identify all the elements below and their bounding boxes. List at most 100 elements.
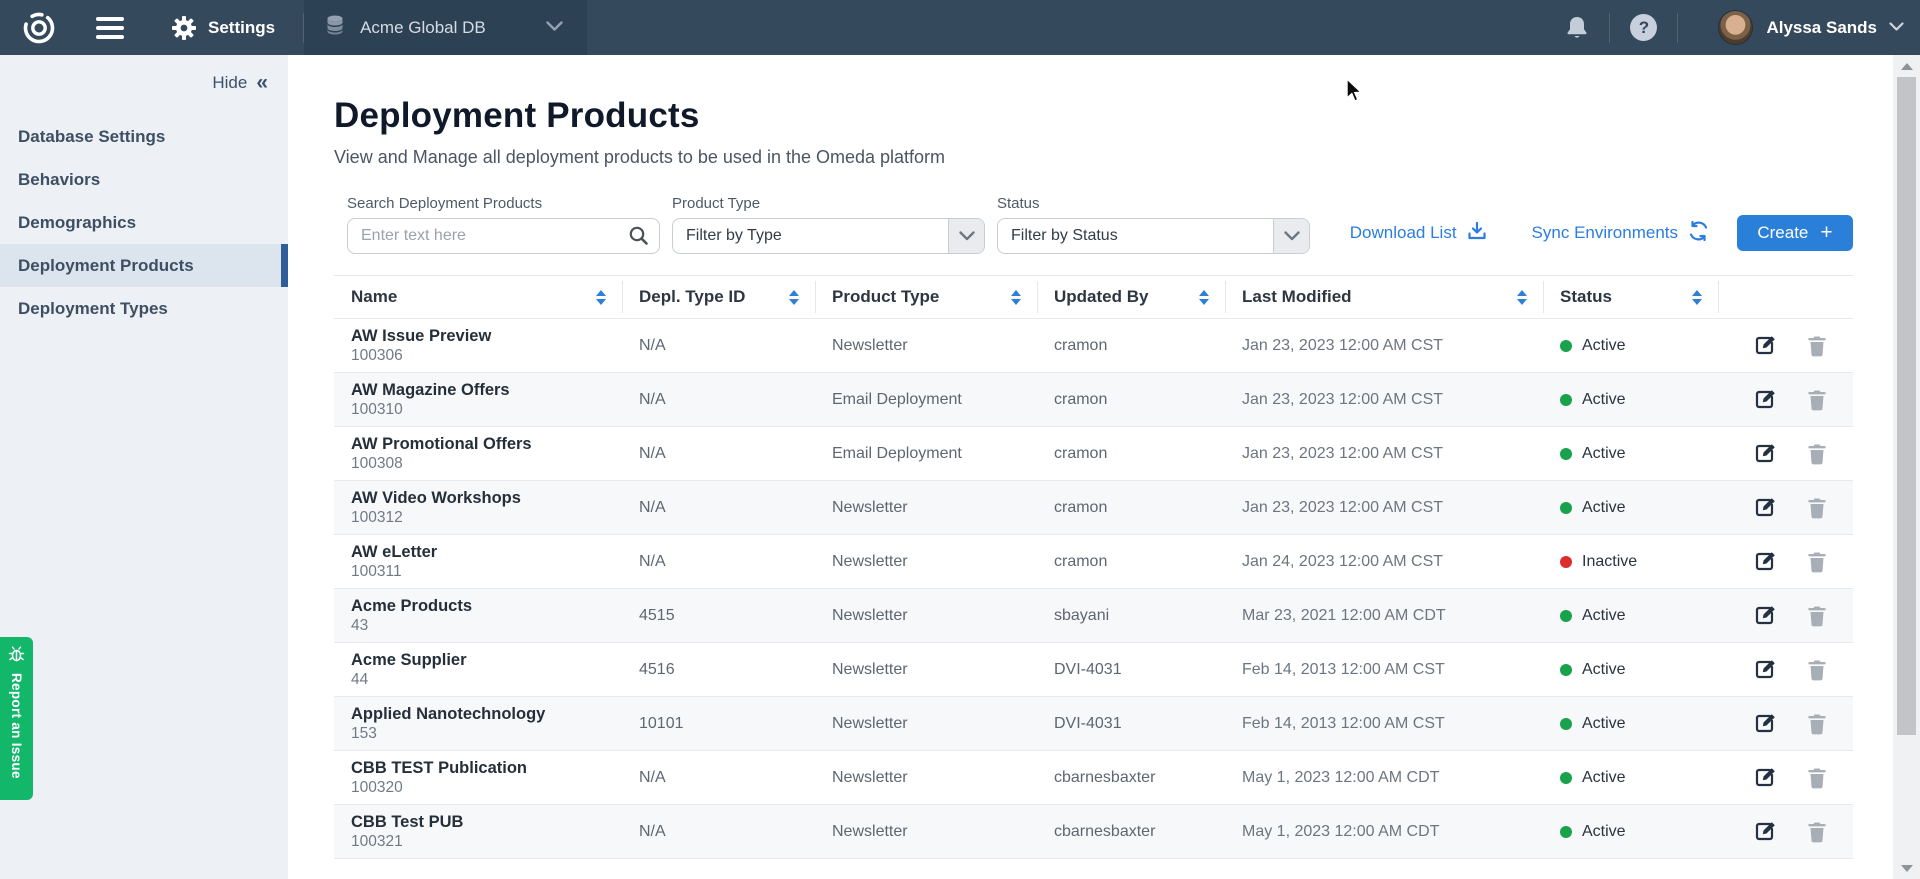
delete-icon[interactable] xyxy=(1807,389,1827,411)
sort-icon[interactable] xyxy=(1517,290,1527,305)
updated-by-cell: cramon xyxy=(1037,427,1225,480)
product-name[interactable]: CBB TEST Publication xyxy=(351,758,527,778)
edit-icon[interactable] xyxy=(1754,766,1777,789)
status-filter-group: Status Filter by Status xyxy=(997,195,1310,254)
scroll-down-arrow[interactable] xyxy=(1893,857,1920,879)
table-row[interactable]: CBB Test PUB 100321 N/A Newsletter cbarn… xyxy=(334,805,1853,859)
column-header[interactable]: Updated By xyxy=(1037,276,1225,318)
delete-icon[interactable] xyxy=(1807,659,1827,681)
status-cell: Active xyxy=(1543,751,1718,804)
product-name[interactable]: Applied Nanotechnology xyxy=(351,704,545,724)
sort-icon[interactable] xyxy=(1011,290,1021,305)
product-name[interactable]: Acme Products xyxy=(351,596,472,616)
vertical-scrollbar[interactable] xyxy=(1893,55,1920,879)
product-name[interactable]: AW Magazine Offers xyxy=(351,380,510,400)
sidebar-item-label: Demographics xyxy=(18,213,136,233)
status-label: Active xyxy=(1582,445,1626,463)
table-row[interactable]: CBB TEST Publication 100320 N/A Newslett… xyxy=(334,751,1853,805)
table-row[interactable]: Acme Supplier 44 4516 Newsletter DVI-403… xyxy=(334,643,1853,697)
plus-icon: + xyxy=(1820,223,1832,243)
updated-by-cell: DVI-4031 xyxy=(1037,697,1225,750)
delete-icon[interactable] xyxy=(1807,443,1827,465)
column-header[interactable]: Last Modified xyxy=(1225,276,1543,318)
status-label: Active xyxy=(1582,499,1626,517)
sync-environments-button[interactable]: Sync Environments xyxy=(1532,220,1710,247)
table-row[interactable]: AW Video Workshops 100312 N/A Newsletter… xyxy=(334,481,1853,535)
download-list-button[interactable]: Download List xyxy=(1350,220,1488,247)
sidebar-item-label: Behaviors xyxy=(18,170,100,190)
edit-icon[interactable] xyxy=(1754,388,1777,411)
edit-icon[interactable] xyxy=(1754,658,1777,681)
sidebar-item[interactable]: Deployment Types xyxy=(0,287,288,330)
search-icon[interactable] xyxy=(628,225,649,251)
table-row[interactable]: AW Magazine Offers 100310 N/A Email Depl… xyxy=(334,373,1853,427)
edit-icon[interactable] xyxy=(1754,820,1777,843)
sidebar-item[interactable]: Database Settings xyxy=(0,115,288,158)
page-subtitle: View and Manage all deployment products … xyxy=(334,147,1853,168)
sidebar-item[interactable]: Deployment Products xyxy=(0,244,288,287)
edit-icon[interactable] xyxy=(1754,496,1777,519)
column-header-label: Updated By xyxy=(1054,287,1148,307)
user-name[interactable]: Alyssa Sands xyxy=(1766,18,1877,38)
sidebar-item-label: Deployment Products xyxy=(18,256,194,276)
status-dot xyxy=(1560,610,1572,622)
column-header[interactable]: Depl. Type ID xyxy=(622,276,815,318)
delete-icon[interactable] xyxy=(1807,713,1827,735)
status-select[interactable]: Filter by Status xyxy=(997,218,1310,254)
sidebar-item[interactable]: Demographics xyxy=(0,201,288,244)
edit-icon[interactable] xyxy=(1754,604,1777,627)
product-name[interactable]: AW Video Workshops xyxy=(351,488,521,508)
edit-icon[interactable] xyxy=(1754,550,1777,573)
delete-icon[interactable] xyxy=(1807,335,1827,357)
product-name[interactable]: AW Issue Preview xyxy=(351,326,491,346)
delete-icon[interactable] xyxy=(1807,551,1827,573)
product-id: 100310 xyxy=(351,400,403,419)
table-row[interactable]: AW Promotional Offers 100308 N/A Email D… xyxy=(334,427,1853,481)
edit-icon[interactable] xyxy=(1754,442,1777,465)
delete-icon[interactable] xyxy=(1807,497,1827,519)
scroll-up-arrow[interactable] xyxy=(1893,55,1920,77)
sort-icon[interactable] xyxy=(596,290,606,305)
table-row[interactable]: AW eLetter 100311 N/A Newsletter cramon … xyxy=(334,535,1853,589)
status-label: Active xyxy=(1582,715,1626,733)
updated-by-cell: cramon xyxy=(1037,535,1225,588)
product-type-select[interactable]: Filter by Type xyxy=(672,218,985,254)
depl-type-id-cell: N/A xyxy=(622,535,815,588)
database-selector[interactable]: Acme Global DB xyxy=(304,0,587,55)
omeda-logo-icon[interactable] xyxy=(20,9,58,47)
delete-icon[interactable] xyxy=(1807,821,1827,843)
product-name[interactable]: AW eLetter xyxy=(351,542,437,562)
delete-icon[interactable] xyxy=(1807,767,1827,789)
database-icon xyxy=(324,14,346,41)
product-name[interactable]: AW Promotional Offers xyxy=(351,434,532,454)
chevron-down-icon[interactable] xyxy=(1889,19,1904,37)
delete-icon[interactable] xyxy=(1807,605,1827,627)
product-name[interactable]: Acme Supplier xyxy=(351,650,467,670)
edit-icon[interactable] xyxy=(1754,712,1777,735)
column-header[interactable]: Name xyxy=(334,276,622,318)
scrollbar-thumb[interactable] xyxy=(1897,77,1916,735)
hamburger-menu-icon[interactable] xyxy=(96,17,124,39)
table-row[interactable]: Acme Products 43 4515 Newsletter sbayani… xyxy=(334,589,1853,643)
sort-icon[interactable] xyxy=(1692,290,1702,305)
search-input[interactable] xyxy=(347,218,660,254)
create-button[interactable]: Create + xyxy=(1737,215,1853,251)
report-an-issue-tab[interactable]: Report an Issue xyxy=(0,637,33,800)
column-header[interactable]: Status xyxy=(1543,276,1718,318)
product-type-cell: Newsletter xyxy=(815,697,1037,750)
sort-icon[interactable] xyxy=(1199,290,1209,305)
edit-icon[interactable] xyxy=(1754,334,1777,357)
updated-by-cell: cramon xyxy=(1037,319,1225,372)
product-name[interactable]: CBB Test PUB xyxy=(351,812,463,832)
product-type-filter-label: Product Type xyxy=(672,195,985,212)
notifications-bell-icon[interactable] xyxy=(1565,15,1589,41)
hide-sidebar-button[interactable]: Hide « xyxy=(0,55,288,93)
sidebar-item[interactable]: Behaviors xyxy=(0,158,288,201)
report-an-issue-label: Report an Issue xyxy=(9,673,24,779)
user-avatar[interactable] xyxy=(1718,10,1753,45)
sort-icon[interactable] xyxy=(789,290,799,305)
help-icon[interactable]: ? xyxy=(1630,14,1657,41)
column-header[interactable]: Product Type xyxy=(815,276,1037,318)
table-row[interactable]: AW Issue Preview 100306 N/A Newsletter c… xyxy=(334,319,1853,373)
table-row[interactable]: Applied Nanotechnology 153 10101 Newslet… xyxy=(334,697,1853,751)
